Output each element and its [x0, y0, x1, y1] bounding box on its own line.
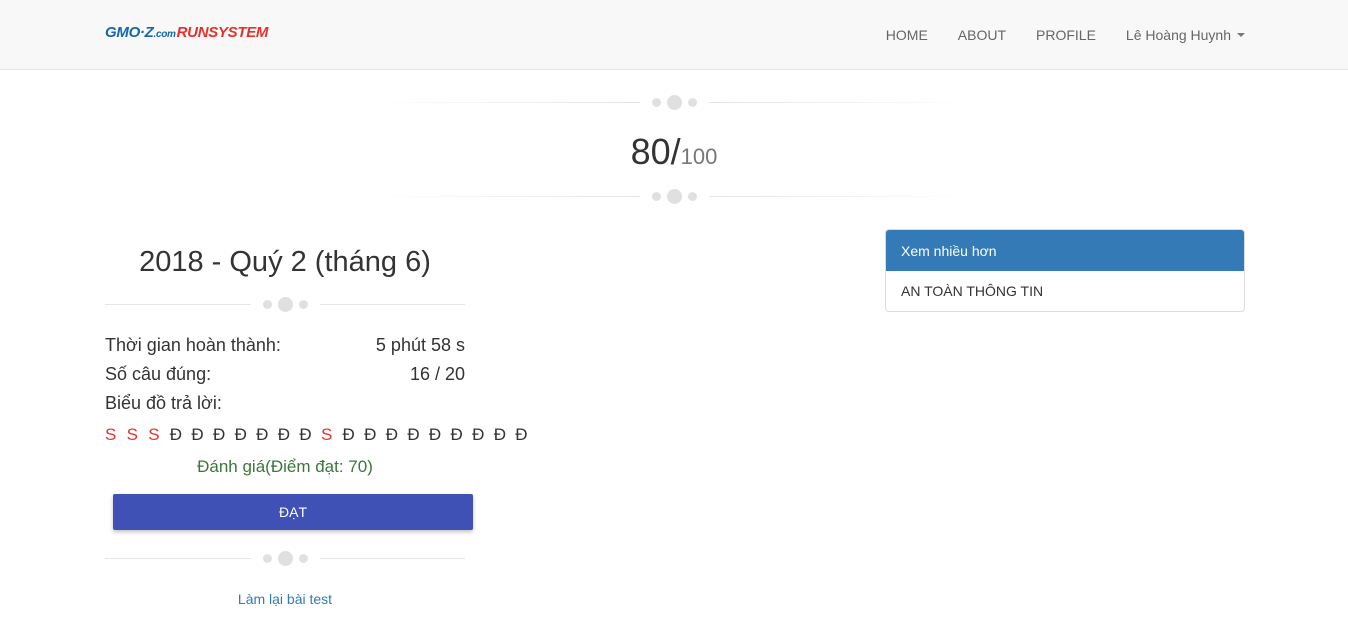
panel-item-an-toan-thong-tin[interactable]: AN TOÀN THÔNG TIN [886, 271, 1244, 311]
answer-mark-wrong: S [320, 425, 333, 444]
nav-home-link[interactable]: HOME [886, 27, 928, 43]
answer-mark-correct: Đ [277, 425, 291, 444]
answer-mark-correct: Đ [515, 425, 528, 444]
bottom-divider [105, 550, 465, 566]
score-top-divider [374, 94, 974, 110]
correct-count-label: Số câu đúng: [105, 364, 212, 384]
answer-mark-correct: Đ [385, 425, 398, 444]
title-divider [105, 296, 465, 312]
answer-mark-correct: Đ [364, 425, 377, 444]
answer-mark-wrong: S [105, 425, 117, 444]
answer-chart-row: Biểu đồ trả lời: [105, 393, 465, 414]
answer-mark-correct: Đ [212, 425, 226, 444]
answer-mark-correct: Đ [234, 425, 247, 444]
user-name: Lê Hoàng Huynh [1125, 27, 1231, 43]
logo-gmo-text: GMO·Z [105, 24, 154, 41]
answer-mark-correct: Đ [342, 425, 355, 444]
answer-mark-correct: Đ [472, 425, 485, 444]
completion-time-label: Thời gian hoàn thành: [105, 335, 281, 355]
correct-count-value: 16 / 20 [409, 364, 465, 384]
answer-mark-correct: Đ [169, 425, 183, 444]
score-display: 80/100 [0, 131, 1348, 173]
answer-mark-correct: Đ [299, 425, 312, 444]
nav-profile-link[interactable]: PROFILE [1036, 27, 1096, 43]
caret-down-icon [1237, 33, 1245, 37]
completion-time-row: Thời gian hoàn thành: 5 phút 58 s [105, 335, 465, 356]
more-panel: Xem nhiều hơn AN TOÀN THÔNG TIN [885, 229, 1245, 312]
more-panel-heading: Xem nhiều hơn [886, 230, 1244, 271]
answer-mark-wrong: S [148, 425, 160, 444]
answer-chart: SSSĐĐĐĐĐĐĐSĐĐĐĐĐĐĐĐĐ [105, 425, 537, 445]
answer-mark-correct: Đ [407, 425, 420, 444]
logo-runsystem-text: RUNSYSTEM [176, 24, 269, 41]
score-bottom-divider [374, 188, 974, 204]
nav-about-link[interactable]: ABOUT [958, 27, 1006, 43]
logo-com-text: .com [153, 29, 176, 40]
evaluation-text: Đánh giá(Điểm đạt: 70) [197, 457, 373, 476]
answer-mark-correct: Đ [428, 425, 442, 444]
exam-title: 2018 - Quý 2 (tháng 6) [139, 246, 431, 278]
answer-mark-correct: Đ [256, 425, 269, 444]
correct-count-row: Số câu đúng: 16 / 20 [105, 364, 465, 385]
completion-time-value: 5 phút 58 s [375, 335, 465, 355]
answer-mark-correct: Đ [450, 425, 463, 444]
result-pass-button[interactable]: ĐẠT [113, 494, 473, 530]
answer-mark-correct: Đ [493, 425, 506, 444]
user-menu-dropdown[interactable]: Lê Hoàng Huynh [1126, 27, 1245, 43]
brand-logo[interactable]: GMO·Z .com RUNSYSTEM [105, 24, 268, 44]
score-total: 100 [680, 144, 718, 169]
answer-mark-correct: Đ [191, 425, 204, 444]
nav-menu: HOME ABOUT PROFILE Lê Hoàng Huynh [856, 0, 1245, 70]
navbar: GMO·Z .com RUNSYSTEM HOME ABOUT PROFILE … [0, 0, 1348, 70]
score-value: 80/ [630, 131, 681, 172]
answer-mark-wrong: S [126, 425, 138, 444]
answer-chart-label: Biểu đồ trả lời: [105, 393, 222, 413]
retry-test-link[interactable]: Làm lại bài test [105, 591, 465, 607]
